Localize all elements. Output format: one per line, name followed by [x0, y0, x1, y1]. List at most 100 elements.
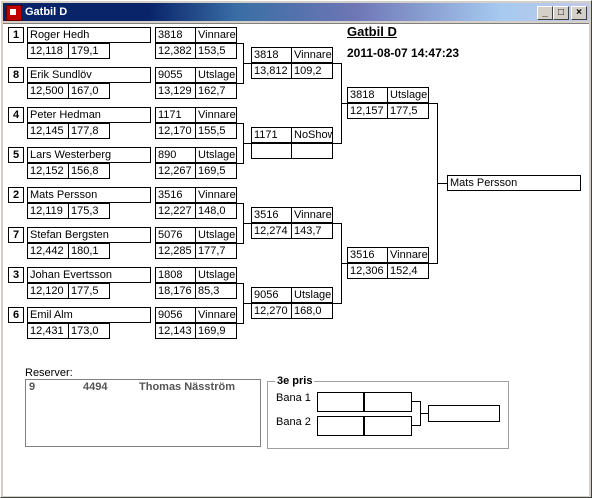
- speed: 156,8: [68, 163, 110, 179]
- lane-1-label: Bana 1: [276, 392, 311, 404]
- reaction-time: 12,442: [27, 243, 69, 259]
- car-number[interactable]: 3516: [155, 187, 196, 203]
- bracket-line: [333, 63, 341, 64]
- elapsed-time: 12,157: [347, 103, 388, 119]
- car-number[interactable]: 9056: [251, 287, 292, 303]
- reaction-time: 12,500: [27, 83, 69, 99]
- race-result: Utslagen: [195, 147, 237, 163]
- competitor-name[interactable]: Peter Hedman: [27, 107, 151, 123]
- reaction-time: 12,152: [27, 163, 69, 179]
- close-button[interactable]: ×: [571, 6, 587, 20]
- speed: 168,0: [291, 303, 333, 319]
- car-number[interactable]: 3818: [251, 47, 292, 63]
- race-result: Vinnare: [387, 247, 429, 263]
- elapsed-time: 12,267: [155, 163, 196, 179]
- speed: 169,9: [195, 323, 237, 339]
- car-number[interactable]: 3818: [155, 27, 196, 43]
- seed-number: 2: [8, 187, 24, 203]
- elapsed-time: [251, 143, 292, 159]
- window-title: Gatbil D: [25, 6, 68, 18]
- winner-name[interactable]: Mats Persson: [447, 175, 581, 191]
- bracket-line: [412, 401, 420, 402]
- speed: 173,0: [68, 323, 110, 339]
- car-number[interactable]: 1171: [155, 107, 196, 123]
- seed-number: 8: [8, 67, 24, 83]
- reserve-pos: 9: [29, 381, 36, 393]
- competitor-name[interactable]: Erik Sundlöv: [27, 67, 151, 83]
- reserve-number: 4494: [83, 381, 108, 393]
- speed: 162,7: [195, 83, 237, 99]
- speed: 155,5: [195, 123, 237, 139]
- third-prize-winner[interactable]: [428, 405, 500, 422]
- elapsed-time: 12,285: [155, 243, 196, 259]
- speed: 85,3: [195, 283, 237, 299]
- competitor-name[interactable]: Johan Evertsson: [27, 267, 151, 283]
- elapsed-time: 12,143: [155, 323, 196, 339]
- lane-1-result[interactable]: [364, 392, 412, 412]
- car-number[interactable]: 3818: [347, 87, 388, 103]
- elapsed-time: 12,170: [155, 123, 196, 139]
- reserves-list[interactable]: 9 4494 Thomas Näsström: [25, 379, 261, 447]
- race-result: Utslagen: [387, 87, 429, 103]
- car-number[interactable]: 9055: [155, 67, 196, 83]
- seed-number: 1: [8, 27, 24, 43]
- speed: 169,5: [195, 163, 237, 179]
- bracket-line: [243, 63, 251, 64]
- lane-2-number[interactable]: [317, 416, 364, 436]
- race-result: Vinnare: [195, 107, 237, 123]
- speed: 167,0: [68, 83, 110, 99]
- app-icon[interactable]: [6, 5, 22, 21]
- maximize-button[interactable]: □: [553, 6, 569, 20]
- lane-2-label: Bana 2: [276, 416, 311, 428]
- car-number[interactable]: 890: [155, 147, 196, 163]
- competitor-name[interactable]: Mats Persson: [27, 187, 151, 203]
- race-result: Utslagen: [195, 267, 237, 283]
- elapsed-time: 13,129: [155, 83, 196, 99]
- car-number[interactable]: 1171: [251, 127, 292, 143]
- bracket-line: [437, 183, 447, 184]
- race-result: NoShow: [291, 127, 333, 143]
- car-number[interactable]: 5076: [155, 227, 196, 243]
- lane-2-result[interactable]: [364, 416, 412, 436]
- minimize-button[interactable]: _: [537, 6, 553, 20]
- speed: 177,8: [68, 123, 110, 139]
- bracket-line: [243, 223, 251, 224]
- reaction-time: 12,145: [27, 123, 69, 139]
- competitor-name[interactable]: Stefan Bergsten: [27, 227, 151, 243]
- elapsed-time: 12,270: [251, 303, 292, 319]
- speed: 177,5: [387, 103, 429, 119]
- reaction-time: 12,120: [27, 283, 69, 299]
- reaction-time: 12,118: [27, 43, 69, 59]
- seed-number: 3: [8, 267, 24, 283]
- reaction-time: 12,119: [27, 203, 69, 219]
- car-number[interactable]: 9056: [155, 307, 196, 323]
- competitor-name[interactable]: Emil Alm: [27, 307, 151, 323]
- seed-number: 7: [8, 227, 24, 243]
- race-result: Vinnare: [291, 47, 333, 63]
- bracket-line: [429, 263, 437, 264]
- race-result: Utslagen: [291, 287, 333, 303]
- elapsed-time: 12,274: [251, 223, 292, 239]
- title-bar[interactable]: Gatbil D _ □ ×: [3, 3, 589, 21]
- race-result: Utslagen: [195, 67, 237, 83]
- car-number[interactable]: 1808: [155, 267, 196, 283]
- elapsed-time: 12,227: [155, 203, 196, 219]
- speed: 175,3: [68, 203, 110, 219]
- speed: 179,1: [68, 43, 110, 59]
- bracket-line: [243, 303, 251, 304]
- bracket-line: [429, 103, 437, 104]
- competitor-name[interactable]: Roger Hedh: [27, 27, 151, 43]
- car-number[interactable]: 3516: [251, 207, 292, 223]
- speed: 177,7: [195, 243, 237, 259]
- page-title: Gatbil D: [347, 24, 397, 39]
- speed: 153,5: [195, 43, 237, 59]
- car-number[interactable]: 3516: [347, 247, 388, 263]
- speed: 148,0: [195, 203, 237, 219]
- elapsed-time: 12,382: [155, 43, 196, 59]
- bracket-line: [420, 413, 428, 414]
- reserve-name: Thomas Näsström: [139, 381, 235, 393]
- lane-1-number[interactable]: [317, 392, 364, 412]
- bracket-line: [333, 223, 341, 224]
- speed: 180,1: [68, 243, 110, 259]
- competitor-name[interactable]: Lars Westerberg: [27, 147, 151, 163]
